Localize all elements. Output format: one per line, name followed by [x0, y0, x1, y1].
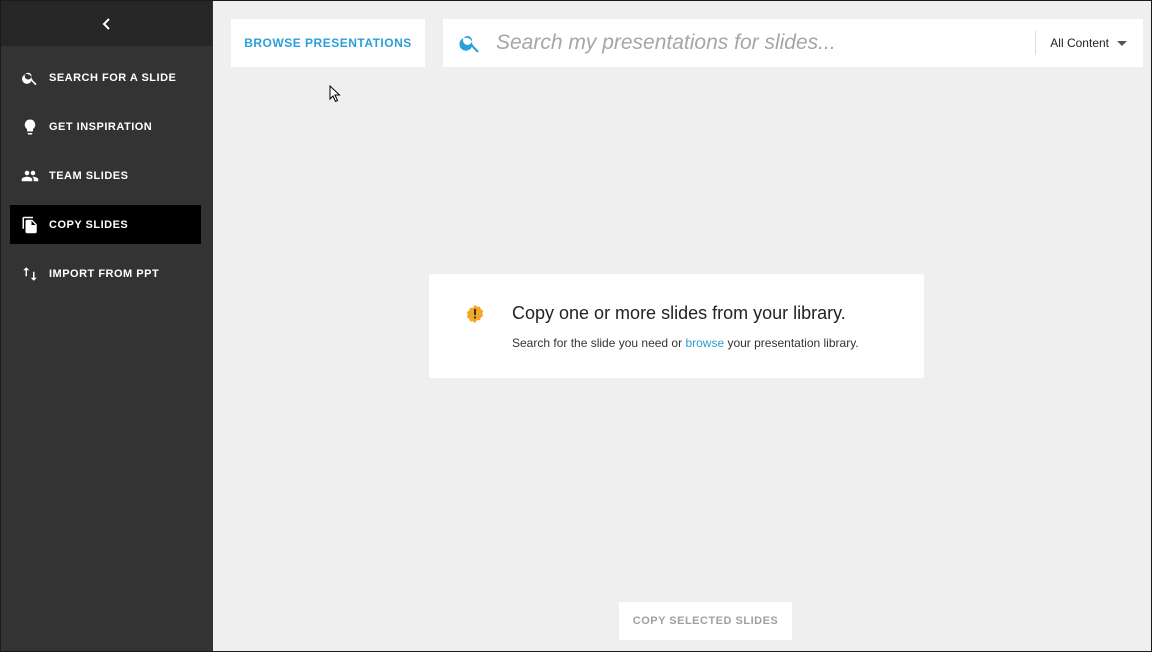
search-icon — [20, 68, 40, 88]
empty-state-text: Search for the slide you need or browse … — [512, 336, 859, 350]
copy-selected-slides-button[interactable]: Copy selected slides — [619, 602, 792, 640]
sidebar-nav: Search for a slide Get inspiration Team … — [1, 46, 212, 293]
sidebar: Search for a slide Get inspiration Team … — [1, 1, 212, 651]
search-divider — [1035, 31, 1037, 55]
empty-state-card: Copy one or more slides from your librar… — [429, 274, 924, 378]
sidebar-item-label: Copy slides — [49, 218, 129, 231]
sidebar-item-search[interactable]: Search for a slide — [10, 58, 201, 97]
sidebar-item-import-ppt[interactable]: Import from PPT — [10, 254, 201, 293]
chevron-left-icon — [102, 17, 110, 30]
mouse-cursor-icon — [329, 85, 341, 103]
content-filter-dropdown[interactable]: All Content — [1050, 36, 1143, 50]
content-filter-value: All Content — [1050, 36, 1109, 50]
search-input[interactable] — [496, 19, 1026, 67]
people-icon — [20, 166, 40, 186]
empty-state-text-after: your presentation library. — [724, 336, 859, 350]
lightbulb-icon — [20, 117, 40, 137]
empty-state-text-before: Search for the slide you need or — [512, 336, 686, 350]
app-window: Search for a slide Get inspiration Team … — [0, 0, 1152, 652]
sidebar-item-inspiration[interactable]: Get inspiration — [10, 107, 201, 146]
sidebar-item-label: Import from PPT — [49, 267, 160, 280]
search-bar: All Content — [443, 19, 1143, 67]
sidebar-collapse-button[interactable] — [1, 1, 212, 46]
import-arrows-icon — [20, 264, 40, 284]
sidebar-item-label: Get inspiration — [49, 120, 153, 133]
warning-badge-icon — [466, 305, 484, 323]
browse-presentations-button[interactable]: Browse Presentations — [231, 19, 425, 67]
sidebar-item-label: Search for a slide — [49, 71, 177, 84]
sidebar-item-copy-slides[interactable]: Copy slides — [10, 205, 201, 244]
main-panel: Browse Presentations All Content Copy on… — [213, 1, 1151, 651]
caret-down-icon — [1117, 40, 1127, 46]
copy-icon — [20, 215, 40, 235]
search-icon[interactable] — [458, 31, 482, 55]
sidebar-item-label: Team slides — [49, 169, 129, 182]
browse-link[interactable]: browse — [685, 336, 724, 350]
empty-state-title: Copy one or more slides from your librar… — [512, 303, 846, 323]
sidebar-item-team-slides[interactable]: Team slides — [10, 156, 201, 195]
